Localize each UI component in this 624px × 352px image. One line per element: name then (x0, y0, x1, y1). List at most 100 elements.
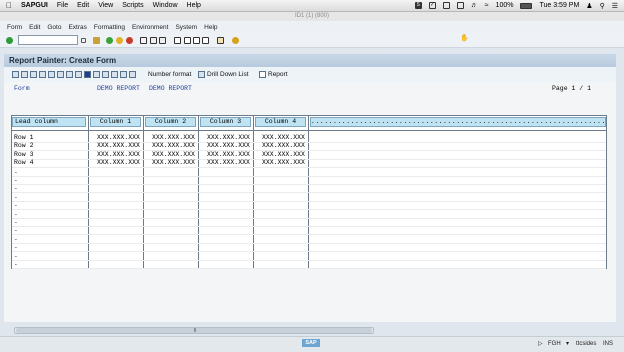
cell-value[interactable]: XXX.XXX.XXX (207, 159, 250, 166)
battery-icon[interactable] (520, 2, 533, 9)
cloud-icon[interactable] (456, 2, 464, 9)
variation-icon[interactable] (120, 71, 127, 78)
checkbox-status-icon[interactable]: ✓ (428, 2, 436, 9)
cell-value[interactable]: XXX.XXX.XXX (152, 159, 195, 166)
next-page-icon[interactable] (193, 37, 200, 44)
sap-menu-formatting[interactable]: Formatting (94, 24, 125, 31)
copy-icon[interactable] (21, 71, 28, 78)
sap-menu-environment[interactable]: Environment (132, 24, 169, 31)
cancel-icon[interactable] (126, 37, 133, 44)
cell-value[interactable]: XXX.XXX.XXX (97, 142, 140, 149)
lead-column-header[interactable]: Lead column (12, 117, 86, 127)
first-page-icon[interactable] (174, 37, 181, 44)
cell-value[interactable]: XXX.XXX.XXX (207, 151, 250, 158)
sap-menu-goto[interactable]: Goto (47, 24, 61, 31)
empty-row-marker[interactable]: . (14, 235, 18, 242)
back-icon[interactable] (106, 37, 113, 44)
spotlight-icon[interactable]: ⚲ (600, 2, 605, 10)
s-app-icon[interactable]: S (414, 2, 422, 9)
column-4-header[interactable]: Column 4 (255, 117, 306, 127)
report-button[interactable]: Report (268, 70, 288, 79)
cut-icon[interactable] (12, 71, 19, 78)
scrollbar-grip[interactable] (194, 328, 196, 332)
new-session-icon[interactable] (217, 37, 224, 44)
cell-value[interactable]: XXX.XXX.XXX (152, 134, 195, 141)
number-format-button[interactable]: Number format (148, 70, 191, 79)
row-label[interactable]: Row 1 (14, 134, 34, 141)
column-2-header[interactable]: Column 2 (145, 117, 196, 127)
cell-value[interactable]: XXX.XXX.XXX (262, 151, 305, 158)
cell-value[interactable]: XXX.XXX.XXX (207, 142, 250, 149)
mac-menu-help[interactable]: Help (187, 2, 201, 9)
empty-row-marker[interactable]: . (14, 218, 18, 225)
clock[interactable]: Tue 3:59 PM (539, 2, 579, 9)
dropbox-icon[interactable] (442, 2, 450, 9)
cell-value[interactable]: XXX.XXX.XXX (262, 142, 305, 149)
row-label[interactable]: Row 3 (14, 151, 34, 158)
sap-menu-form[interactable]: Form (7, 24, 22, 31)
save-icon[interactable] (93, 37, 100, 44)
change-icon[interactable] (66, 71, 73, 78)
status-triangle-icon[interactable]: ▷ (538, 340, 543, 348)
cell-value[interactable]: XXX.XXX.XXX (97, 159, 140, 166)
cell-value[interactable]: XXX.XXX.XXX (207, 134, 250, 141)
print-icon[interactable] (140, 37, 147, 44)
drill-down-list-button[interactable]: Drill Down List (207, 70, 249, 79)
cell-value[interactable]: XXX.XXX.XXX (152, 151, 195, 158)
mac-app-menu[interactable]: SAPGUI (21, 2, 48, 9)
mac-menu-file[interactable]: File (57, 2, 68, 9)
sap-menu-edit[interactable]: Edit (29, 24, 40, 31)
mac-menu-scripts[interactable]: Scripts (122, 2, 143, 9)
column-3-header[interactable]: Column 3 (200, 117, 251, 127)
previous-page-icon[interactable] (184, 37, 191, 44)
delete-element-icon[interactable] (48, 71, 55, 78)
hierarchy-icon[interactable] (111, 71, 118, 78)
command-field[interactable] (18, 35, 78, 45)
drill-down-icon[interactable] (198, 71, 205, 78)
filter-icon[interactable] (93, 71, 100, 78)
empty-row-marker[interactable]: . (14, 210, 18, 217)
sap-menu-extras[interactable]: Extras (68, 24, 86, 31)
status-dropdown-icon[interactable]: ▾ (566, 340, 569, 348)
empty-row-marker[interactable]: . (14, 201, 18, 208)
paste-icon[interactable] (30, 71, 37, 78)
command-history-icon[interactable] (81, 38, 86, 43)
row-label[interactable]: Row 4 (14, 159, 34, 166)
cell-value[interactable]: XXX.XXX.XXX (97, 151, 140, 158)
sap-menu-help[interactable]: Help (204, 24, 217, 31)
apple-icon[interactable]:  (6, 1, 12, 10)
wifi-icon[interactable]: ≈ (485, 2, 489, 9)
layout-icon[interactable] (129, 71, 136, 78)
cell-value[interactable]: XXX.XXX.XXX (152, 142, 195, 149)
find-icon[interactable] (150, 37, 157, 44)
empty-row-marker[interactable]: . (14, 226, 18, 233)
empty-row-marker[interactable]: . (14, 168, 18, 175)
enter-icon[interactable] (6, 37, 13, 44)
cell-value[interactable]: XXX.XXX.XXX (262, 134, 305, 141)
row-label[interactable]: Row 2 (14, 142, 34, 149)
mac-menu-edit[interactable]: Edit (77, 2, 89, 9)
volume-icon[interactable]: ♬ (471, 2, 478, 9)
notification-center-icon[interactable]: ☰ (612, 2, 618, 10)
user-icon[interactable]: ♟ (586, 2, 592, 10)
insert-element-icon[interactable] (39, 71, 46, 78)
cell-value[interactable]: XXX.XXX.XXX (262, 159, 305, 166)
mac-menu-view[interactable]: View (98, 2, 113, 9)
empty-row-marker[interactable]: . (14, 184, 18, 191)
sap-menu-system[interactable]: System (175, 24, 197, 31)
element-definition-icon[interactable] (57, 71, 64, 78)
empty-row-marker[interactable]: . (14, 243, 18, 250)
help-icon[interactable] (232, 37, 239, 44)
info-icon[interactable] (84, 71, 91, 78)
cell-value[interactable]: XXX.XXX.XXX (97, 134, 140, 141)
empty-row-marker[interactable]: . (14, 193, 18, 200)
find-next-icon[interactable] (159, 37, 166, 44)
mac-menu-window[interactable]: Window (153, 2, 178, 9)
empty-row-marker[interactable]: . (14, 260, 18, 267)
sort-icon[interactable] (102, 71, 109, 78)
report-icon[interactable] (259, 71, 266, 78)
empty-row-marker[interactable]: . (14, 176, 18, 183)
last-page-icon[interactable] (202, 37, 209, 44)
column-1-header[interactable]: Column 1 (90, 117, 141, 127)
formula-icon[interactable] (75, 71, 82, 78)
